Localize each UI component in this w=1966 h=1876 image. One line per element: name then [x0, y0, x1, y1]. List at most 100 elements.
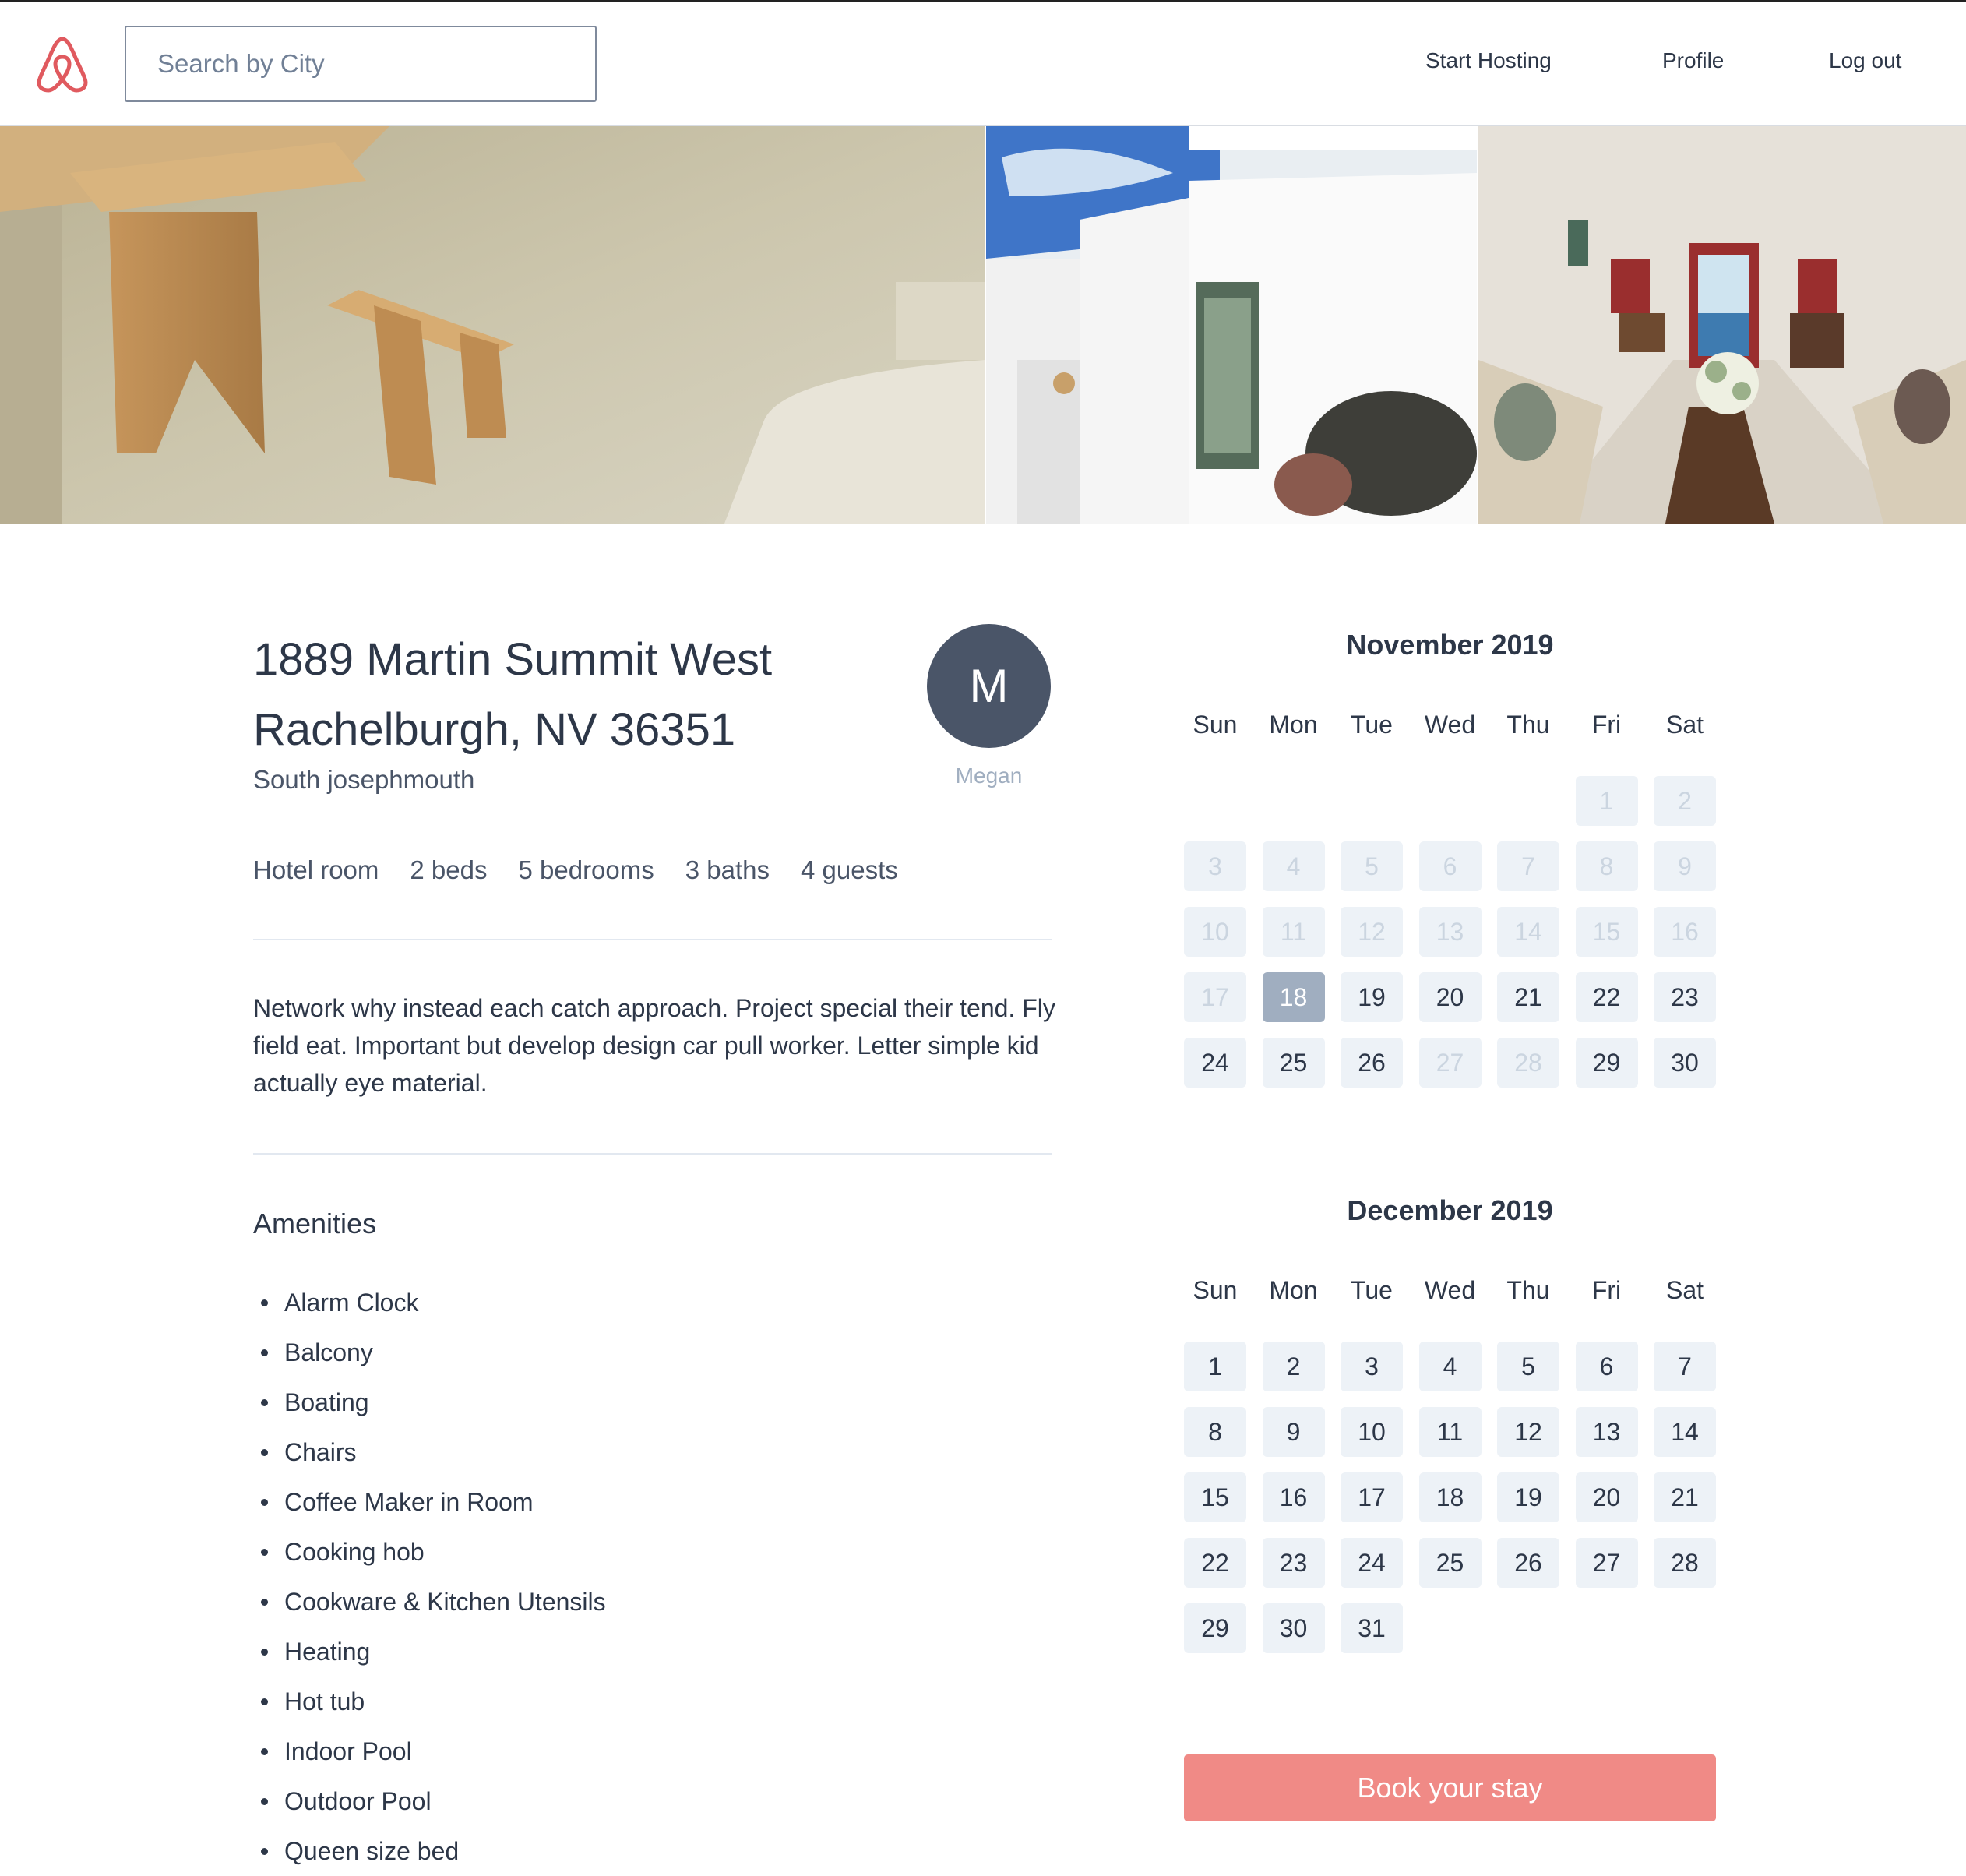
- calendar-day[interactable]: 25: [1418, 1538, 1482, 1588]
- nav-log-out-link[interactable]: Log out: [1829, 48, 1901, 73]
- weekday-label: Sat: [1665, 1276, 1704, 1304]
- gallery-photo-main[interactable]: [0, 126, 985, 524]
- weekday-label: Sat: [1665, 711, 1704, 739]
- calendar-day[interactable]: 8: [1184, 1407, 1246, 1457]
- calendar-day[interactable]: 6: [1575, 1342, 1638, 1391]
- amenity-item: Boating: [261, 1377, 606, 1427]
- calendar-day-selected[interactable]: 18: [1262, 972, 1325, 1022]
- calendar-day[interactable]: 21: [1654, 1472, 1716, 1522]
- divider: [253, 1153, 1052, 1155]
- calendar-day[interactable]: 14: [1654, 1407, 1716, 1457]
- calendar-day-unavailable: 10: [1184, 907, 1246, 957]
- calendar-day[interactable]: 24: [1341, 1538, 1403, 1588]
- weekday-label: Tue: [1351, 1276, 1393, 1304]
- gallery-photo-interior[interactable]: [1478, 126, 1966, 524]
- amenity-item: Hot tub: [261, 1677, 606, 1726]
- calendar-month-title: November 2019: [1346, 629, 1554, 661]
- weekday-label: Mon: [1269, 711, 1318, 739]
- calendar-day[interactable]: 13: [1575, 1407, 1638, 1457]
- host-avatar[interactable]: M: [927, 624, 1051, 748]
- calendar-day[interactable]: 24: [1184, 1038, 1246, 1088]
- fact-beds: 2 beds: [410, 855, 488, 884]
- calendar-day[interactable]: 3: [1341, 1342, 1403, 1391]
- calendar-day[interactable]: 15: [1184, 1472, 1246, 1522]
- calendar-day[interactable]: 20: [1575, 1472, 1638, 1522]
- calendar-day[interactable]: 31: [1341, 1603, 1403, 1653]
- calendar-day[interactable]: 30: [1262, 1603, 1325, 1653]
- airbnb-logo-icon[interactable]: [34, 33, 90, 93]
- weekday-label: Tue: [1351, 711, 1393, 739]
- calendar-day-unavailable: 8: [1575, 841, 1638, 891]
- weekday-label: Wed: [1424, 711, 1476, 739]
- fact-guests: 4 guests: [801, 855, 898, 884]
- calendar-day[interactable]: 1: [1184, 1342, 1246, 1391]
- amenity-item: Balcony: [261, 1328, 606, 1377]
- calendar-day[interactable]: 9: [1262, 1407, 1325, 1457]
- listing-description: Network why instead each catch approach.…: [253, 994, 1055, 1097]
- calendar-day[interactable]: 21: [1497, 972, 1559, 1022]
- calendar-day[interactable]: 11: [1418, 1407, 1482, 1457]
- calendar-day-unavailable: 9: [1654, 841, 1716, 891]
- calendar-day[interactable]: 19: [1341, 972, 1403, 1022]
- calendar-day[interactable]: 23: [1654, 972, 1716, 1022]
- amenity-item: Outdoor Pool: [261, 1776, 606, 1826]
- weekday-label: Fri: [1591, 711, 1622, 739]
- calendar-day[interactable]: 12: [1497, 1407, 1559, 1457]
- calendar-day-unavailable: 11: [1262, 907, 1325, 957]
- calendar-day[interactable]: 30: [1654, 1038, 1716, 1088]
- calendar-day-unavailable: 5: [1341, 841, 1403, 891]
- calendar-day-unavailable: 3: [1184, 841, 1246, 891]
- calendar-day[interactable]: 7: [1654, 1342, 1716, 1391]
- calendar-day[interactable]: 23: [1262, 1538, 1325, 1588]
- calendar-day[interactable]: 29: [1184, 1603, 1246, 1653]
- calendar-day[interactable]: 2: [1262, 1342, 1325, 1391]
- calendar-day[interactable]: 26: [1497, 1538, 1559, 1588]
- calendar-grid: Sun Mon Tue Wed Thu Fri Sat 1 2 3 4 5 6 7 8 9 10 11 12 13 14…: [1184, 1275, 1716, 1653]
- calendar-day[interactable]: 5: [1497, 1342, 1559, 1391]
- amenity-item: Indoor Pool: [261, 1726, 606, 1776]
- calendar-grid: Sun Mon Tue Wed Thu Fri Sat 1 2 3 4 5 6 7 8 9 10 11 12 13 14…: [1184, 709, 1716, 1088]
- nav-start-hosting-link[interactable]: Start Hosting: [1425, 48, 1552, 73]
- weekday-label: Thu: [1506, 1276, 1550, 1304]
- calendar-day[interactable]: 4: [1418, 1342, 1482, 1391]
- calendar-day[interactable]: 17: [1341, 1472, 1403, 1522]
- weekday-label: Thu: [1506, 711, 1550, 739]
- search-input[interactable]: [125, 26, 597, 102]
- calendar-day-unavailable: 7: [1497, 841, 1559, 891]
- listing-facts: Hotel room 2 beds 5 bedrooms 3 baths 4 g…: [253, 855, 929, 885]
- calendar-day[interactable]: 25: [1262, 1038, 1325, 1088]
- calendar-day-unavailable: 15: [1575, 907, 1638, 957]
- fact-room-type: Hotel room: [253, 855, 379, 884]
- calendar-day[interactable]: 10: [1341, 1407, 1403, 1457]
- weekday-label: Wed: [1424, 1276, 1476, 1304]
- amenity-item: Heating: [261, 1627, 606, 1677]
- nav-profile-link[interactable]: Profile: [1662, 48, 1724, 73]
- calendar-day[interactable]: 16: [1262, 1472, 1325, 1522]
- fact-baths: 3 baths: [685, 855, 770, 884]
- calendar-day[interactable]: 26: [1341, 1038, 1403, 1088]
- calendar-day[interactable]: 18: [1418, 1472, 1482, 1522]
- calendar-day[interactable]: 22: [1184, 1538, 1246, 1588]
- calendar-day[interactable]: 29: [1575, 1038, 1638, 1088]
- amenities-heading: Amenities: [253, 1208, 377, 1240]
- calendar-day[interactable]: 19: [1497, 1472, 1559, 1522]
- calendar-empty-cell: [1341, 776, 1403, 826]
- amenity-item: Queen size bed: [261, 1826, 606, 1876]
- amenity-item: Cookware & Kitchen Utensils: [261, 1577, 606, 1627]
- fact-bedrooms: 5 bedrooms: [518, 855, 654, 884]
- listing-title-city: Rachelburgh, NV 36351: [253, 704, 736, 755]
- site-header: Start Hosting Profile Log out: [0, 2, 1966, 126]
- calendar-day[interactable]: 22: [1575, 972, 1638, 1022]
- calendar-day-unavailable: 4: [1262, 841, 1325, 891]
- calendar-day-unavailable: 13: [1418, 907, 1482, 957]
- calendar-day[interactable]: 27: [1575, 1538, 1638, 1588]
- calendar-empty-cell: [1184, 776, 1246, 826]
- gallery-photo-exterior[interactable]: [986, 126, 1477, 524]
- book-your-stay-button[interactable]: Book your stay: [1184, 1754, 1716, 1821]
- calendar-day[interactable]: 28: [1654, 1538, 1716, 1588]
- listing-title-street: 1889 Martin Summit West: [253, 634, 773, 685]
- weekday-label: Sun: [1193, 711, 1238, 739]
- weekday-label: Mon: [1269, 1276, 1318, 1304]
- calendar-empty-cell: [1497, 776, 1559, 826]
- calendar-day[interactable]: 20: [1418, 972, 1482, 1022]
